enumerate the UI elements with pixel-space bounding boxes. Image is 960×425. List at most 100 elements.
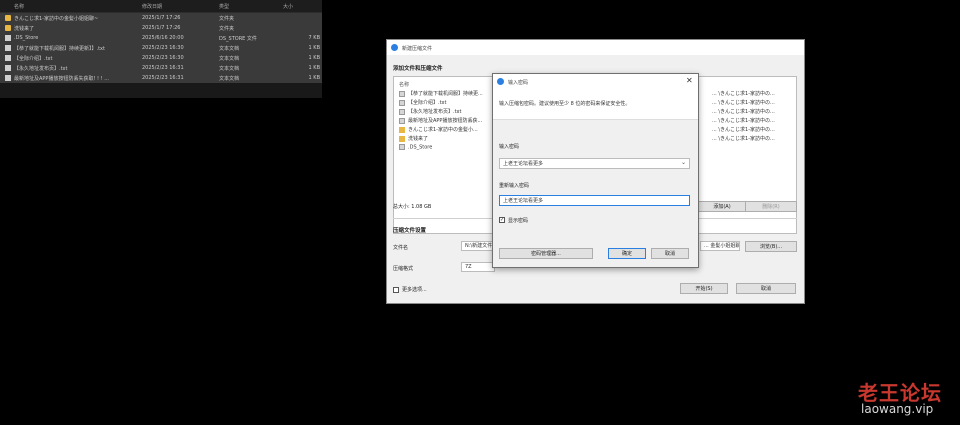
column-header-type[interactable]: 类型 xyxy=(219,3,229,10)
file-icon xyxy=(5,65,11,71)
file-type: DS_STORE 文件 xyxy=(219,36,257,42)
explorer-row[interactable]: 【永久地址发布页】.txt 2025/2/23 16:31 文本文档 1 KB xyxy=(0,63,322,73)
password-info-text: 输入压缩包密码。建议使用至少 8 位的密码来保证安全性。 xyxy=(499,101,631,107)
file-icon xyxy=(5,35,11,41)
filename-input-tail[interactable]: ... 金髪小姐姐聊 ...7z xyxy=(700,241,740,251)
password-info-panel: 输入压缩包密码。建议使用至少 8 位的密码来保证安全性。 xyxy=(493,89,698,120)
file-list-item-name: きんこじ求1-家訪中の金髪小... xyxy=(408,127,478,133)
file-type: 文件夹 xyxy=(219,16,235,22)
file-date: 2025/2/23 16:31 xyxy=(142,65,184,71)
confirm-password-label: 重新输入密码 xyxy=(499,183,530,189)
file-list-item-name: .DS_Store xyxy=(408,144,433,151)
file-type: 文件夹 xyxy=(219,26,235,32)
file-size: 1 KB xyxy=(308,75,320,81)
explorer-row[interactable]: 【恭了就能下载机阅服】持续更新】】.txt 2025/2/23 16:30 文本文档… xyxy=(0,43,322,53)
file-date: 2025/1/7 17:26 xyxy=(142,15,181,21)
total-size-label: 总大小: 1.08 GB xyxy=(393,204,432,210)
file-type: 文本文档 xyxy=(219,76,240,82)
ok-button[interactable]: 确定 xyxy=(608,248,646,259)
file-list-item[interactable]: 洗钱来了 xyxy=(399,135,428,144)
column-header-size[interactable]: 大小 xyxy=(283,3,293,10)
column-header-date[interactable]: 修改日期 xyxy=(142,3,162,10)
file-list-item-name: 洗钱来了 xyxy=(408,136,429,142)
dialog-title: 新建压缩文件 xyxy=(402,46,433,52)
app-icon xyxy=(391,44,398,51)
confirm-password-input[interactable]: 上老王论坛看更多 xyxy=(499,195,690,206)
browse-button[interactable]: 浏览(B)... xyxy=(745,241,797,252)
format-select[interactable]: 7Z xyxy=(461,262,495,272)
filename-input[interactable]: N:\新建文件夹\... xyxy=(461,241,495,251)
explorer-row[interactable]: 最新地址及APP播放按钮防丢失获取! ! ! ... 2025/2/23 16:3… xyxy=(0,73,322,83)
close-icon[interactable]: ✕ xyxy=(686,76,693,85)
explorer-row[interactable]: .DS_Store 2025/6/16 20:00 DS_STORE 文件 7 KB xyxy=(0,33,322,43)
file-list-column-name: 名称 xyxy=(399,82,410,88)
file-size: 1 KB xyxy=(308,45,320,51)
password-dialog-titlebar: 输入密码 ✕ xyxy=(493,74,698,89)
cancel-button[interactable]: 取消 xyxy=(736,283,796,294)
explorer-row[interactable]: 【全际介绍】.txt 2025/2/23 16:30 文本文档 1 KB xyxy=(0,53,322,63)
add-button[interactable]: 添加(A) xyxy=(697,201,747,212)
explorer-header: 名称 修改日期 类型 大小 xyxy=(0,0,322,13)
password-manager-button[interactable]: 密码管理器... xyxy=(499,248,593,259)
format-label: 压缩格式 xyxy=(393,266,414,272)
filename-label: 文件名 xyxy=(393,245,409,251)
file-size: 7 KB xyxy=(308,35,320,41)
section-settings-heading: 压缩文件设置 xyxy=(393,228,427,234)
column-header-name[interactable]: 名称 xyxy=(14,3,24,10)
password-cancel-button[interactable]: 取消 xyxy=(651,248,689,259)
file-list-item-path: ... \きんこじ求1-家訪中の... xyxy=(712,118,775,124)
file-size: 1 KB xyxy=(308,65,320,71)
file-list-item-path: ... \きんこじ求1-家訪中の... xyxy=(712,136,775,142)
file-name: 洗钱来了 xyxy=(14,26,35,32)
enter-password-label: 输入密码 xyxy=(499,144,520,150)
file-date: 2025/6/16 20:00 xyxy=(142,35,184,41)
more-options-label: 更多选项... xyxy=(402,287,427,293)
file-list-item[interactable]: 【恭了就能下载机阅服】持续更... xyxy=(399,90,483,99)
show-password-checkbox[interactable]: ✓ xyxy=(499,217,505,223)
file-type: 文本文档 xyxy=(219,66,240,72)
file-type: 文本文档 xyxy=(219,56,240,62)
file-name: 【恭了就能下载机阅服】持续更新】】.txt xyxy=(14,46,105,52)
file-icon xyxy=(5,45,11,51)
start-button[interactable]: 开始(S) xyxy=(680,283,728,294)
file-list-item[interactable]: 【全际介绍】.txt xyxy=(399,99,446,108)
explorer-row[interactable]: きんこじ求1-家訪中の金髪小姐姐聊~ 2025/1/7 17:26 文件夹 xyxy=(0,13,322,23)
file-name: きんこじ求1-家訪中の金髪小姐姐聊~ xyxy=(14,16,99,22)
watermark-url: laowang.vip xyxy=(861,402,934,416)
file-icon xyxy=(5,75,11,81)
file-list-item[interactable]: .DS_Store xyxy=(399,144,432,153)
file-name: 【全际介绍】.txt xyxy=(14,56,53,62)
file-list-item[interactable]: 【永久地址发布页】.txt xyxy=(399,108,461,117)
file-list-item-path: ... \きんこじ求1-家訪中の... xyxy=(712,109,775,115)
show-password-label: 显示密码 xyxy=(508,218,529,224)
folder-icon xyxy=(5,25,11,31)
file-list-item[interactable]: きんこじ求1-家訪中の金髪小... xyxy=(399,126,478,135)
remove-button[interactable]: 删除(R) xyxy=(745,201,797,212)
file-date: 2025/2/23 16:30 xyxy=(142,55,184,61)
file-list-item-path: ... \きんこじ求1-家訪中の... xyxy=(712,127,775,133)
password-dialog: 输入密码 ✕ 输入压缩包密码。建议使用至少 8 位的密码来保证安全性。 输入密码… xyxy=(492,73,699,268)
folder-icon xyxy=(399,135,405,142)
folder-icon xyxy=(5,15,11,21)
file-list-item-name: 【恭了就能下载机阅服】持续更... xyxy=(408,91,483,97)
file-name: 【永久地址发布页】.txt xyxy=(14,66,68,72)
file-icon xyxy=(5,55,11,61)
explorer-row[interactable]: 洗钱来了 2025/1/7 17:26 文件夹 xyxy=(0,23,322,33)
file-icon xyxy=(399,117,405,124)
file-name: 最新地址及APP播放按钮防丢失获取! ! ! ... xyxy=(14,76,110,82)
file-icon xyxy=(399,144,405,150)
file-list-item[interactable]: 最新地址及APP播放按钮防丢获... xyxy=(399,117,482,126)
chevron-down-icon[interactable]: ⌄ xyxy=(681,159,686,166)
file-icon xyxy=(399,108,405,115)
file-list-item-name: 【永久地址发布页】.txt xyxy=(408,109,462,115)
file-list-item-name: 【全际介绍】.txt xyxy=(408,100,447,106)
more-options-checkbox[interactable] xyxy=(393,287,399,293)
file-list-item-name: 最新地址及APP播放按钮防丢获... xyxy=(408,118,483,124)
file-explorer-list: 名称 修改日期 类型 大小 きんこじ求1-家訪中の金髪小姐姐聊~ 2025/1/7… xyxy=(0,0,322,98)
file-date: 2025/2/23 16:31 xyxy=(142,75,184,81)
enter-password-input[interactable]: 上老王论坛看更多 xyxy=(499,158,690,169)
file-date: 2025/2/23 16:30 xyxy=(142,45,184,51)
file-size: 1 KB xyxy=(308,55,320,61)
password-dialog-title: 输入密码 xyxy=(508,80,529,86)
file-list-item-path: ... \きんこじ求1-家訪中の... xyxy=(712,100,775,106)
